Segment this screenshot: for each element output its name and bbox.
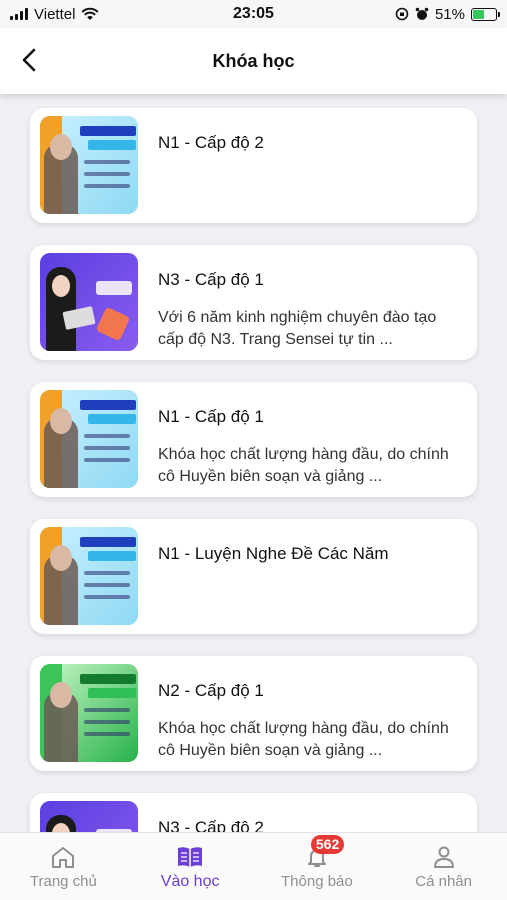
home-icon [52, 847, 75, 868]
tab-notifications[interactable]: 562 Thông báo [254, 833, 381, 900]
cellular-signal-icon [10, 8, 28, 20]
course-thumbnail [40, 664, 138, 762]
tab-profile[interactable]: Cá nhân [380, 833, 507, 900]
course-description: Với 6 năm kinh nghiệm chuyên đào tạo cấp… [158, 309, 437, 348]
course-thumbnail [40, 527, 138, 625]
tab-label: Vào học [160, 873, 220, 890]
course-title: N1 - Cấp độ 2 [158, 133, 264, 152]
course-info: N1 - Cấp độ 1 Khóa học chất lượng hàng đ… [158, 390, 458, 488]
course-info: N2 - Cấp độ 1 Khóa học chất lượng hàng đ… [158, 664, 458, 762]
course-thumbnail [40, 801, 138, 832]
tab-learn[interactable]: Vào học [127, 833, 254, 900]
course-card[interactable]: N1 - Luyện Nghe Đề Các Năm [30, 519, 477, 634]
course-thumbnail [40, 390, 138, 488]
course-title: N3 - Cấp độ 2 [158, 818, 264, 832]
tab-label: Cá nhân [415, 873, 472, 890]
tab-label: Thông báo [281, 873, 353, 890]
course-info: N1 - Luyện Nghe Đề Các Năm [158, 527, 458, 581]
navigation-header: Khóa học [0, 28, 507, 94]
battery-percent: 51% [434, 5, 465, 23]
back-button[interactable] [14, 45, 44, 75]
user-icon [433, 846, 454, 868]
course-info: N1 - Cấp độ 2 [158, 116, 458, 170]
course-title: N1 - Cấp độ 1 [158, 407, 264, 426]
page-title: Khóa học [212, 50, 295, 71]
course-card[interactable]: N1 - Cấp độ 2 [30, 108, 477, 223]
course-description: Khóa học chất lượng hàng đầu, do chính c… [158, 446, 449, 485]
course-description: Khóa học chất lượng hàng đầu, do chính c… [158, 720, 449, 759]
book-icon [178, 847, 203, 867]
course-thumbnail [40, 116, 138, 214]
course-title: N3 - Cấp độ 1 [158, 270, 264, 289]
alarm-icon [415, 7, 429, 20]
clock: 23:05 [233, 5, 274, 22]
course-title: N1 - Luyện Nghe Đề Các Năm [158, 544, 389, 563]
course-list[interactable]: N1 - Cấp độ 2 N3 - Cấp độ 1 Với 6 năm ki… [0, 94, 507, 832]
tab-label: Trang chủ [29, 873, 97, 890]
status-bar: Viettel 23:05 51% [0, 0, 507, 28]
course-card[interactable]: N2 - Cấp độ 1 Khóa học chất lượng hàng đ… [30, 656, 477, 771]
carrier-name: Viettel [34, 5, 76, 23]
course-info: N3 - Cấp độ 1 Với 6 năm kinh nghiệm chuy… [158, 253, 458, 351]
status-right: 51% [337, 5, 500, 23]
course-card[interactable]: N3 - Cấp độ 1 Với 6 năm kinh nghiệm chuy… [30, 245, 477, 360]
course-card[interactable]: N3 - Cấp độ 2 [30, 793, 477, 832]
course-title: N2 - Cấp độ 1 [158, 681, 264, 700]
chevron-left-icon [22, 48, 36, 72]
course-info: N3 - Cấp độ 2 [158, 801, 458, 832]
status-left: Viettel [10, 6, 170, 23]
battery-icon [470, 7, 500, 21]
course-card[interactable]: N1 - Cấp độ 1 Khóa học chất lượng hàng đ… [30, 382, 477, 497]
course-thumbnail [40, 253, 138, 351]
orientation-lock-icon [395, 7, 409, 21]
tab-home[interactable]: Trang chủ [0, 833, 127, 900]
notification-badge: 562 [310, 835, 345, 854]
bottom-tab-bar: Trang chủ Vào học 562 Thông báo Cá nhân [0, 832, 507, 900]
wifi-icon [81, 7, 99, 20]
